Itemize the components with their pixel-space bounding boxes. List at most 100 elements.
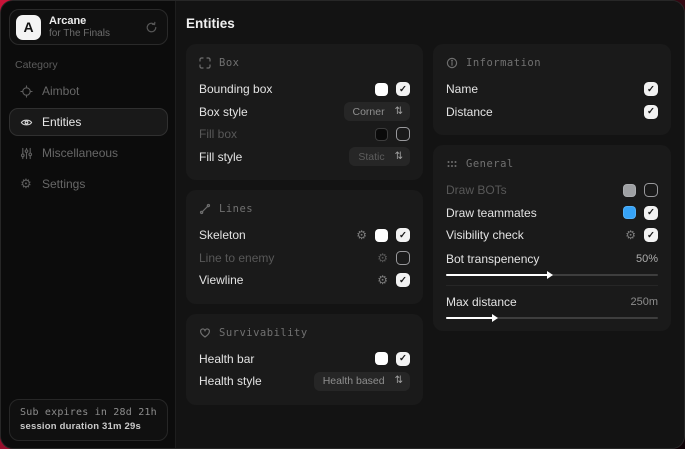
health-style-dropdown[interactable]: Health based ⇅ xyxy=(314,372,410,391)
info-icon xyxy=(446,57,458,69)
max-distance-slider[interactable] xyxy=(446,317,658,319)
slider-value: 50% xyxy=(636,253,658,265)
gear-icon: ⚙ xyxy=(19,176,33,192)
sidebar-item-miscellaneous[interactable]: Miscellaneous xyxy=(9,139,168,167)
sliders-icon xyxy=(19,147,33,160)
sort-arrows-icon: ⇅ xyxy=(395,107,403,117)
setting-label: Fill box xyxy=(199,127,237,141)
max-distance-group: Max distance 250m xyxy=(446,293,658,319)
checkbox[interactable] xyxy=(396,352,410,366)
setting-label: Box style xyxy=(199,105,248,119)
color-swatch[interactable] xyxy=(375,128,388,141)
card-general: General Draw BOTs Draw teammates xyxy=(433,145,671,331)
color-swatch[interactable] xyxy=(375,352,388,365)
card-survivability: Survivability Health bar Health style He… xyxy=(186,314,423,405)
sidebar-item-label: Entities xyxy=(42,115,81,129)
card-box: Box Bounding box Box style Corner xyxy=(186,44,423,180)
checkbox[interactable] xyxy=(644,82,658,96)
checkbox[interactable] xyxy=(396,127,410,141)
gear-icon[interactable]: ⚙ xyxy=(377,252,388,264)
slider-handle[interactable] xyxy=(547,271,553,279)
setting-label: Draw teammates xyxy=(446,206,537,220)
gear-icon[interactable]: ⚙ xyxy=(625,229,636,241)
bot-transparency-slider[interactable] xyxy=(446,274,658,276)
setting-row-bounding-box: Bounding box xyxy=(199,78,410,101)
checkbox[interactable] xyxy=(396,82,410,96)
setting-label: Skeleton xyxy=(199,228,246,242)
sidebar-nav: Aimbot Entities Miscellaneous xyxy=(9,77,168,198)
card-information: Information Name Distance xyxy=(433,44,671,135)
setting-row-line-to-enemy: Line to enemy ⚙ xyxy=(199,247,410,270)
setting-label: Line to enemy xyxy=(199,251,274,265)
line-icon xyxy=(199,203,211,215)
eye-scan-icon xyxy=(19,116,33,129)
color-swatch[interactable] xyxy=(375,229,388,242)
setting-row-fill-style: Fill style Static ⇅ xyxy=(199,146,410,169)
bot-transparency-group: Bot transpenency 50% xyxy=(446,250,658,276)
gear-icon[interactable]: ⚙ xyxy=(377,274,388,286)
dropdown-value: Corner xyxy=(353,106,385,118)
setting-row-health-style: Health style Health based ⇅ xyxy=(199,370,410,393)
checkbox[interactable] xyxy=(644,105,658,119)
setting-row-viewline: Viewline ⚙ xyxy=(199,269,410,292)
card-header-label: Box xyxy=(219,57,239,69)
grid-dots-icon xyxy=(446,158,458,170)
checkbox[interactable] xyxy=(396,228,410,242)
checkbox[interactable] xyxy=(644,183,658,197)
bounding-box-icon xyxy=(199,57,211,69)
app-logo: A xyxy=(16,15,41,40)
sidebar-item-label: Miscellaneous xyxy=(42,146,118,160)
card-header-label: Lines xyxy=(219,203,253,215)
session-duration-text: session duration 31m 29s xyxy=(20,421,157,432)
sidebar-item-entities[interactable]: Entities xyxy=(9,108,168,136)
heart-icon xyxy=(199,327,211,339)
app-subtitle: for The Finals xyxy=(49,28,137,40)
slider-handle[interactable] xyxy=(492,314,498,322)
sidebar-item-aimbot[interactable]: Aimbot xyxy=(9,77,168,105)
dropdown-value: Static xyxy=(358,151,384,163)
setting-label: Bounding box xyxy=(199,82,272,96)
subscription-card: Sub expires in 28d 21h session duration … xyxy=(9,399,168,441)
app-window: A Arcane for The Finals Category xyxy=(0,0,685,449)
checkbox[interactable] xyxy=(644,228,658,242)
card-header-label: Survivability xyxy=(219,327,308,339)
sort-arrows-icon: ⇅ xyxy=(395,152,403,162)
setting-label: Health style xyxy=(199,374,262,388)
category-label: Category xyxy=(15,59,168,71)
checkbox[interactable] xyxy=(644,206,658,220)
color-swatch[interactable] xyxy=(623,206,636,219)
sidebar-item-label: Aimbot xyxy=(42,84,79,98)
setting-row-skeleton: Skeleton ⚙ xyxy=(199,224,410,247)
divider xyxy=(446,285,658,286)
card-header-label: Information xyxy=(466,57,541,69)
sidebar-item-settings[interactable]: ⚙ Settings xyxy=(9,170,168,198)
setting-label: Draw BOTs xyxy=(446,183,507,197)
setting-row-health-bar: Health bar xyxy=(199,348,410,371)
sub-expiry-text: Sub expires in 28d 21h xyxy=(20,407,157,418)
setting-row-draw-teammates: Draw teammates xyxy=(446,202,658,225)
box-style-dropdown[interactable]: Corner ⇅ xyxy=(344,102,411,121)
color-swatch[interactable] xyxy=(623,184,636,197)
setting-label: Visibility check xyxy=(446,228,524,242)
checkbox[interactable] xyxy=(396,251,410,265)
color-swatch[interactable] xyxy=(375,83,388,96)
sidebar-item-label: Settings xyxy=(42,177,85,191)
setting-row-distance: Distance xyxy=(446,101,658,124)
setting-row-visibility-check: Visibility check ⚙ xyxy=(446,224,658,247)
setting-label: Fill style xyxy=(199,150,242,164)
dropdown-value: Health based xyxy=(323,375,385,387)
crosshair-icon xyxy=(19,85,33,98)
setting-label: Bot transpenency xyxy=(446,252,539,266)
slider-value: 250m xyxy=(630,296,658,308)
logo-card: A Arcane for The Finals xyxy=(9,9,168,45)
refresh-icon[interactable] xyxy=(145,21,158,34)
setting-row-name: Name xyxy=(446,78,658,101)
setting-row-fill-box: Fill box xyxy=(199,123,410,146)
checkbox[interactable] xyxy=(396,273,410,287)
gear-icon[interactable]: ⚙ xyxy=(356,229,367,241)
setting-label: Max distance xyxy=(446,295,517,309)
sidebar: A Arcane for The Finals Category xyxy=(1,1,176,448)
fill-style-dropdown[interactable]: Static ⇅ xyxy=(349,147,410,166)
card-lines: Lines Skeleton ⚙ Line to enemy ⚙ xyxy=(186,190,423,304)
page-title: Entities xyxy=(186,16,671,31)
